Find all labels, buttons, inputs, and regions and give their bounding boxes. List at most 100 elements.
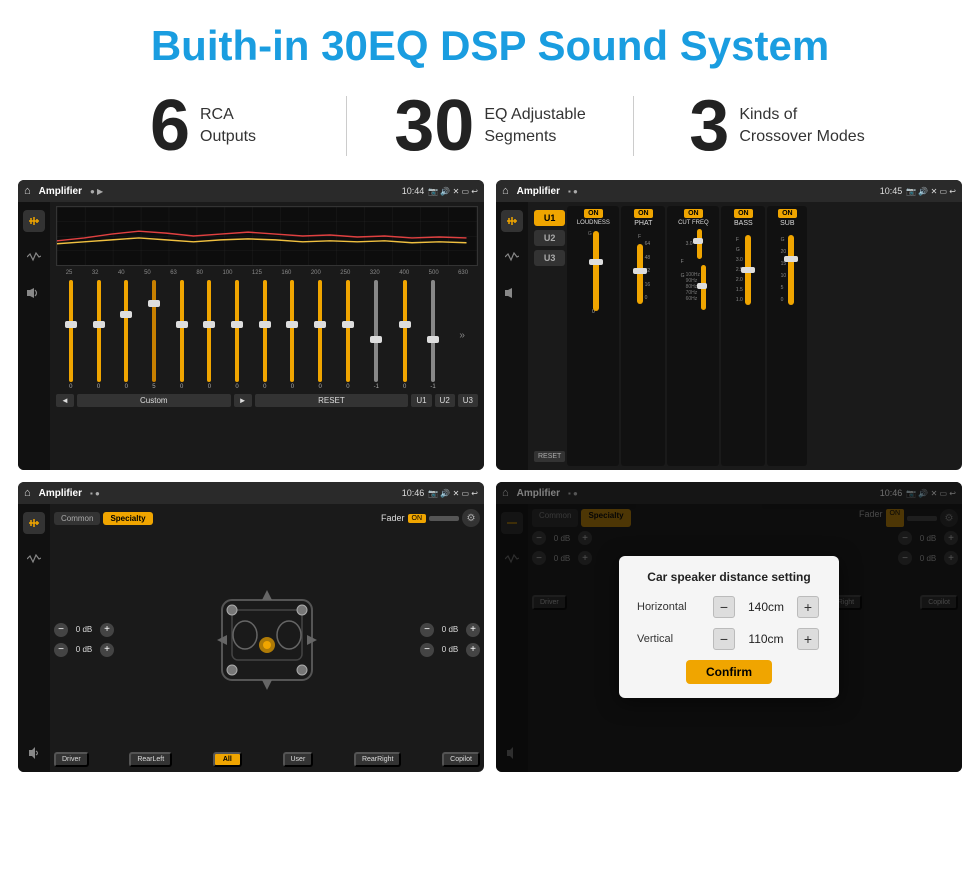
- screen-distance: ⌂ Amplifier ▪ ● 10:46 📷 🔊 ✕ ▭ ↩ Common S…: [496, 482, 962, 772]
- u3-btn[interactable]: U3: [534, 250, 565, 266]
- db-control-rr: − 0 dB +: [420, 643, 480, 657]
- vertical-minus[interactable]: −: [713, 628, 735, 650]
- channel-loudness: ON LOUDNESS G 0: [567, 206, 619, 466]
- distance-dialog: Car speaker distance setting Horizontal …: [619, 556, 839, 698]
- rear-right-btn[interactable]: RearRight: [354, 752, 402, 767]
- cr-wave-icon[interactable]: [501, 246, 523, 268]
- car-diagram: [118, 531, 416, 748]
- stat-number-rca: 6: [150, 90, 190, 162]
- all-btn[interactable]: All: [213, 752, 242, 767]
- wave-icon[interactable]: [23, 246, 45, 268]
- common-tab[interactable]: Common: [54, 512, 100, 525]
- stat-label-rca2: Outputs: [200, 126, 256, 148]
- vertical-plus[interactable]: +: [797, 628, 819, 650]
- stat-rca: 6 RCA Outputs: [60, 90, 346, 162]
- plus-fl[interactable]: +: [100, 623, 114, 637]
- fd-wave-icon[interactable]: [23, 548, 45, 570]
- channel-sub: ON SUB G20151050: [767, 206, 807, 466]
- fader-on-badge: ON: [408, 514, 427, 523]
- rear-left-btn[interactable]: RearLeft: [129, 752, 172, 767]
- channels-area: ON LOUDNESS G 0 ON PHAT: [567, 206, 960, 466]
- eq-status-icons: 📷 🔊 ✕ ▭ ↩: [428, 187, 478, 196]
- stat-label-eq1: EQ Adjustable: [484, 104, 585, 126]
- eq-u2-btn[interactable]: U2: [435, 394, 455, 407]
- channel-phat: ON PHAT F 64 48: [621, 206, 665, 466]
- eq-u1-btn[interactable]: U1: [411, 394, 431, 407]
- specialty-tab[interactable]: Specialty: [103, 512, 152, 525]
- side-icons-eq: [18, 202, 50, 470]
- copilot-btn[interactable]: Copilot: [442, 752, 480, 767]
- driver-btn[interactable]: Driver: [54, 752, 89, 767]
- stat-label-crossover2: Crossover Modes: [739, 126, 864, 148]
- eq-title: Amplifier: [39, 186, 82, 197]
- plus-rr[interactable]: +: [466, 643, 480, 657]
- page-title: Buith-in 30EQ DSP Sound System: [0, 0, 980, 80]
- horizontal-value: 140cm: [741, 600, 791, 614]
- fd-main: Common Specialty Fader ON ⚙ − 0 dB +: [50, 504, 484, 772]
- stat-crossover: 3 Kinds of Crossover Modes: [634, 90, 920, 162]
- status-bar-cr: ⌂ Amplifier ▪ ● 10:45 📷 🔊 ✕ ▭ ↩: [496, 180, 962, 202]
- minus-fl[interactable]: −: [54, 623, 68, 637]
- screen-eq: ⌂ Amplifier ● ▶ 10:44 📷 🔊 ✕ ▭ ↩: [18, 180, 484, 470]
- horizontal-label: Horizontal: [637, 601, 707, 613]
- eq-main: 253240506380100125160200250320400500630 …: [50, 202, 484, 470]
- screen-fader: ⌂ Amplifier ▪ ● 10:46 📷 🔊 ✕ ▭ ↩: [18, 482, 484, 772]
- fd-time: 10:46: [402, 488, 425, 498]
- stats-row: 6 RCA Outputs 30 EQ Adjustable Segments …: [0, 80, 980, 180]
- stat-label-crossover1: Kinds of: [739, 104, 864, 126]
- fd-vol-icon[interactable]: [23, 742, 45, 764]
- cr-title: Amplifier: [517, 186, 560, 197]
- settings-icon[interactable]: ⚙: [462, 509, 480, 527]
- eq-custom-btn[interactable]: Custom: [77, 394, 231, 407]
- minus-rl[interactable]: −: [54, 643, 68, 657]
- cr-reset-btn[interactable]: RESET: [534, 451, 565, 462]
- home-icon-eq: ⌂: [24, 185, 31, 197]
- status-bar-eq: ⌂ Amplifier ● ▶ 10:44 📷 🔊 ✕ ▭ ↩: [18, 180, 484, 202]
- bottom-controls-fd: Driver RearLeft All User RearRight Copil…: [54, 752, 480, 767]
- cr-speaker-icon[interactable]: [501, 282, 523, 304]
- user-btn[interactable]: User: [283, 752, 314, 767]
- horizontal-row: Horizontal − 140cm +: [637, 596, 821, 618]
- fd-title: Amplifier: [39, 488, 82, 499]
- dialog-title: Car speaker distance setting: [637, 570, 821, 584]
- status-bar-fd: ⌂ Amplifier ▪ ● 10:46 📷 🔊 ✕ ▭ ↩: [18, 482, 484, 504]
- fd-eq-icon[interactable]: [23, 512, 45, 534]
- fd-status-icons: 📷 🔊 ✕ ▭ ↩: [428, 489, 478, 498]
- vertical-row: Vertical − 110cm +: [637, 628, 821, 650]
- speaker-icon[interactable]: [23, 282, 45, 304]
- cr-eq-icon[interactable]: [501, 210, 523, 232]
- stat-label-eq2: Segments: [484, 126, 585, 148]
- home-icon-fd: ⌂: [24, 487, 31, 499]
- eq-u3-btn[interactable]: U3: [458, 394, 478, 407]
- home-icon-cr: ⌂: [502, 185, 509, 197]
- eq-time: 10:44: [402, 186, 425, 196]
- eq-controls[interactable]: ◄ Custom ► RESET U1 U2 U3: [56, 394, 478, 407]
- eq-icon-active[interactable]: [23, 210, 45, 232]
- horizontal-minus[interactable]: −: [713, 596, 735, 618]
- cr-status-icons: 📷 🔊 ✕ ▭ ↩: [906, 187, 956, 196]
- minus-fr[interactable]: −: [420, 623, 434, 637]
- eq-next-btn[interactable]: ►: [234, 394, 252, 407]
- eq-freq-labels: 253240506380100125160200250320400500630: [56, 270, 478, 276]
- confirm-button[interactable]: Confirm: [686, 660, 772, 684]
- eq-prev-btn[interactable]: ◄: [56, 394, 74, 407]
- channel-cutfreq: ON CUT FREQ FG 3.0: [667, 206, 719, 466]
- u1-btn[interactable]: U1: [534, 210, 565, 226]
- db-control-fr: − 0 dB +: [420, 623, 480, 637]
- eq-sliders[interactable]: 0 0 0 5 0 0 0 0 0 0 0 -1 0 -1 »: [56, 280, 478, 390]
- side-icons-fd: [18, 504, 50, 772]
- plus-rl[interactable]: +: [100, 643, 114, 657]
- stat-number-crossover: 3: [689, 90, 729, 162]
- dialog-overlay: Car speaker distance setting Horizontal …: [496, 482, 962, 772]
- horizontal-plus[interactable]: +: [797, 596, 819, 618]
- plus-fr[interactable]: +: [466, 623, 480, 637]
- cr-main: U1 U2 U3 RESET ON LOUDNESS G: [528, 202, 962, 470]
- vertical-label: Vertical: [637, 633, 707, 645]
- minus-rr[interactable]: −: [420, 643, 434, 657]
- stat-label-rca1: RCA: [200, 104, 256, 126]
- u2-btn[interactable]: U2: [534, 230, 565, 246]
- u-buttons-col: U1 U2 U3 RESET: [530, 206, 567, 466]
- eq-reset-btn[interactable]: RESET: [255, 394, 409, 407]
- screens-grid: ⌂ Amplifier ● ▶ 10:44 📷 🔊 ✕ ▭ ↩: [0, 180, 980, 782]
- screen-crossover: ⌂ Amplifier ▪ ● 10:45 📷 🔊 ✕ ▭ ↩: [496, 180, 962, 470]
